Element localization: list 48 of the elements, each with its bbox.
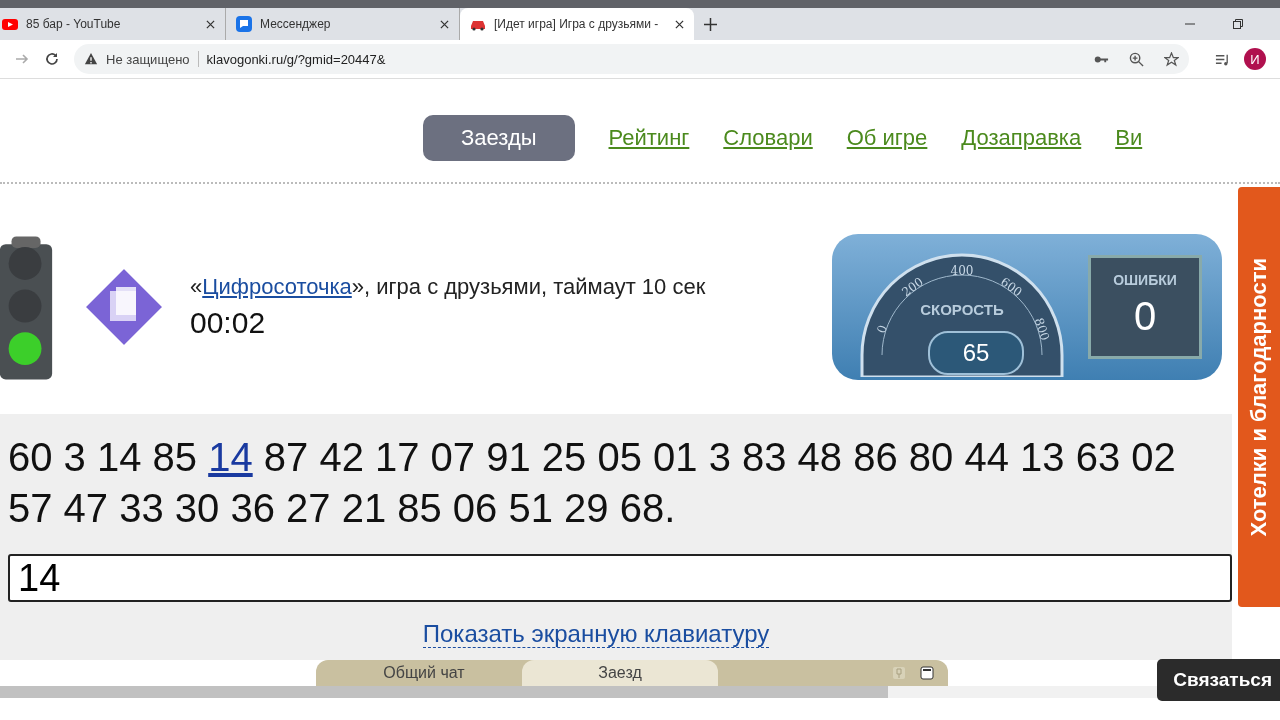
reload-icon[interactable] <box>44 51 60 67</box>
tab-title: [Идет игра] Игра с друзьями - <box>494 17 660 31</box>
play-icon <box>2 16 18 32</box>
nav-tab[interactable]: Заезды <box>423 115 575 161</box>
browser-tab[interactable]: 85 бар - YouTube <box>0 8 226 40</box>
timer: 00:02 <box>190 306 267 340</box>
nav-link[interactable]: Дозаправка <box>961 125 1082 151</box>
tab-title: 85 бар - YouTube <box>26 17 122 31</box>
speed-tick: 0 <box>874 323 890 335</box>
address-field[interactable]: Не защищено klavogonki.ru/g/?gmid=20447& <box>74 44 1189 74</box>
speed-value: 65 <box>928 331 1024 375</box>
typing-input[interactable]: 14 <box>8 554 1232 602</box>
maximize-icon[interactable] <box>920 666 934 680</box>
chat-tab[interactable]: Общий чат <box>326 660 522 686</box>
speed-label: СКОРОСТЬ <box>919 301 1005 318</box>
nav-link[interactable]: Рейтинг <box>608 125 690 151</box>
restore-icon[interactable] <box>1232 18 1244 30</box>
nav-link[interactable]: Словари <box>723 125 813 151</box>
chat-tab[interactable]: Заезд <box>522 660 718 686</box>
profile-avatar[interactable]: И <box>1244 48 1266 70</box>
nav-link[interactable]: Об игре <box>846 125 928 151</box>
close-icon[interactable] <box>206 19 215 29</box>
close-icon[interactable] <box>440 19 449 29</box>
vocabulary-link[interactable]: Цифросоточка <box>202 274 352 299</box>
browser-tab[interactable]: Мессенджер <box>226 8 460 40</box>
nav-link[interactable]: Ви <box>1115 125 1143 151</box>
chat-icon <box>236 16 252 32</box>
game-title: «Цифросоточка», игра с друзьями, таймаут 10 сек <box>190 274 706 300</box>
feedback-tab[interactable]: Хотелки и благодарности <box>1236 185 1280 609</box>
url-text: klavogonki.ru/g/?gmid=20447& <box>206 51 386 67</box>
close-icon[interactable] <box>675 19 684 29</box>
scrollbar-thumb[interactable] <box>0 686 888 698</box>
errors-label: ОШИБКИ <box>1113 272 1177 288</box>
tab-title: Мессенджер <box>260 17 332 31</box>
speed-tick: 600 <box>998 274 1025 300</box>
zoom-icon[interactable] <box>1129 51 1144 67</box>
typing-text: 60 3 14 85 14 87 42 17 07 91 25 05 01 3 83 48 86 80 44 13 63 02 57 47 33 30 36 27 21 85 06 51 29 68. <box>8 434 1177 532</box>
browser-tab[interactable]: [Идет игра] Игра с друзьями - <box>460 8 694 40</box>
errors-value: 0 <box>1133 294 1157 339</box>
star-icon[interactable] <box>1164 51 1179 67</box>
speed-tick: 200 <box>899 274 926 300</box>
security-label: Не защищено <box>106 51 190 67</box>
speed-tick: 400 <box>950 264 974 278</box>
new-tab-icon[interactable] <box>704 17 717 31</box>
keyboard-link[interactable]: Показать экранную клавиатуру <box>422 620 770 648</box>
warning-icon <box>84 52 98 66</box>
contact-button[interactable]: Связаться <box>1157 659 1280 701</box>
speed-tick: 800 <box>1031 316 1053 343</box>
